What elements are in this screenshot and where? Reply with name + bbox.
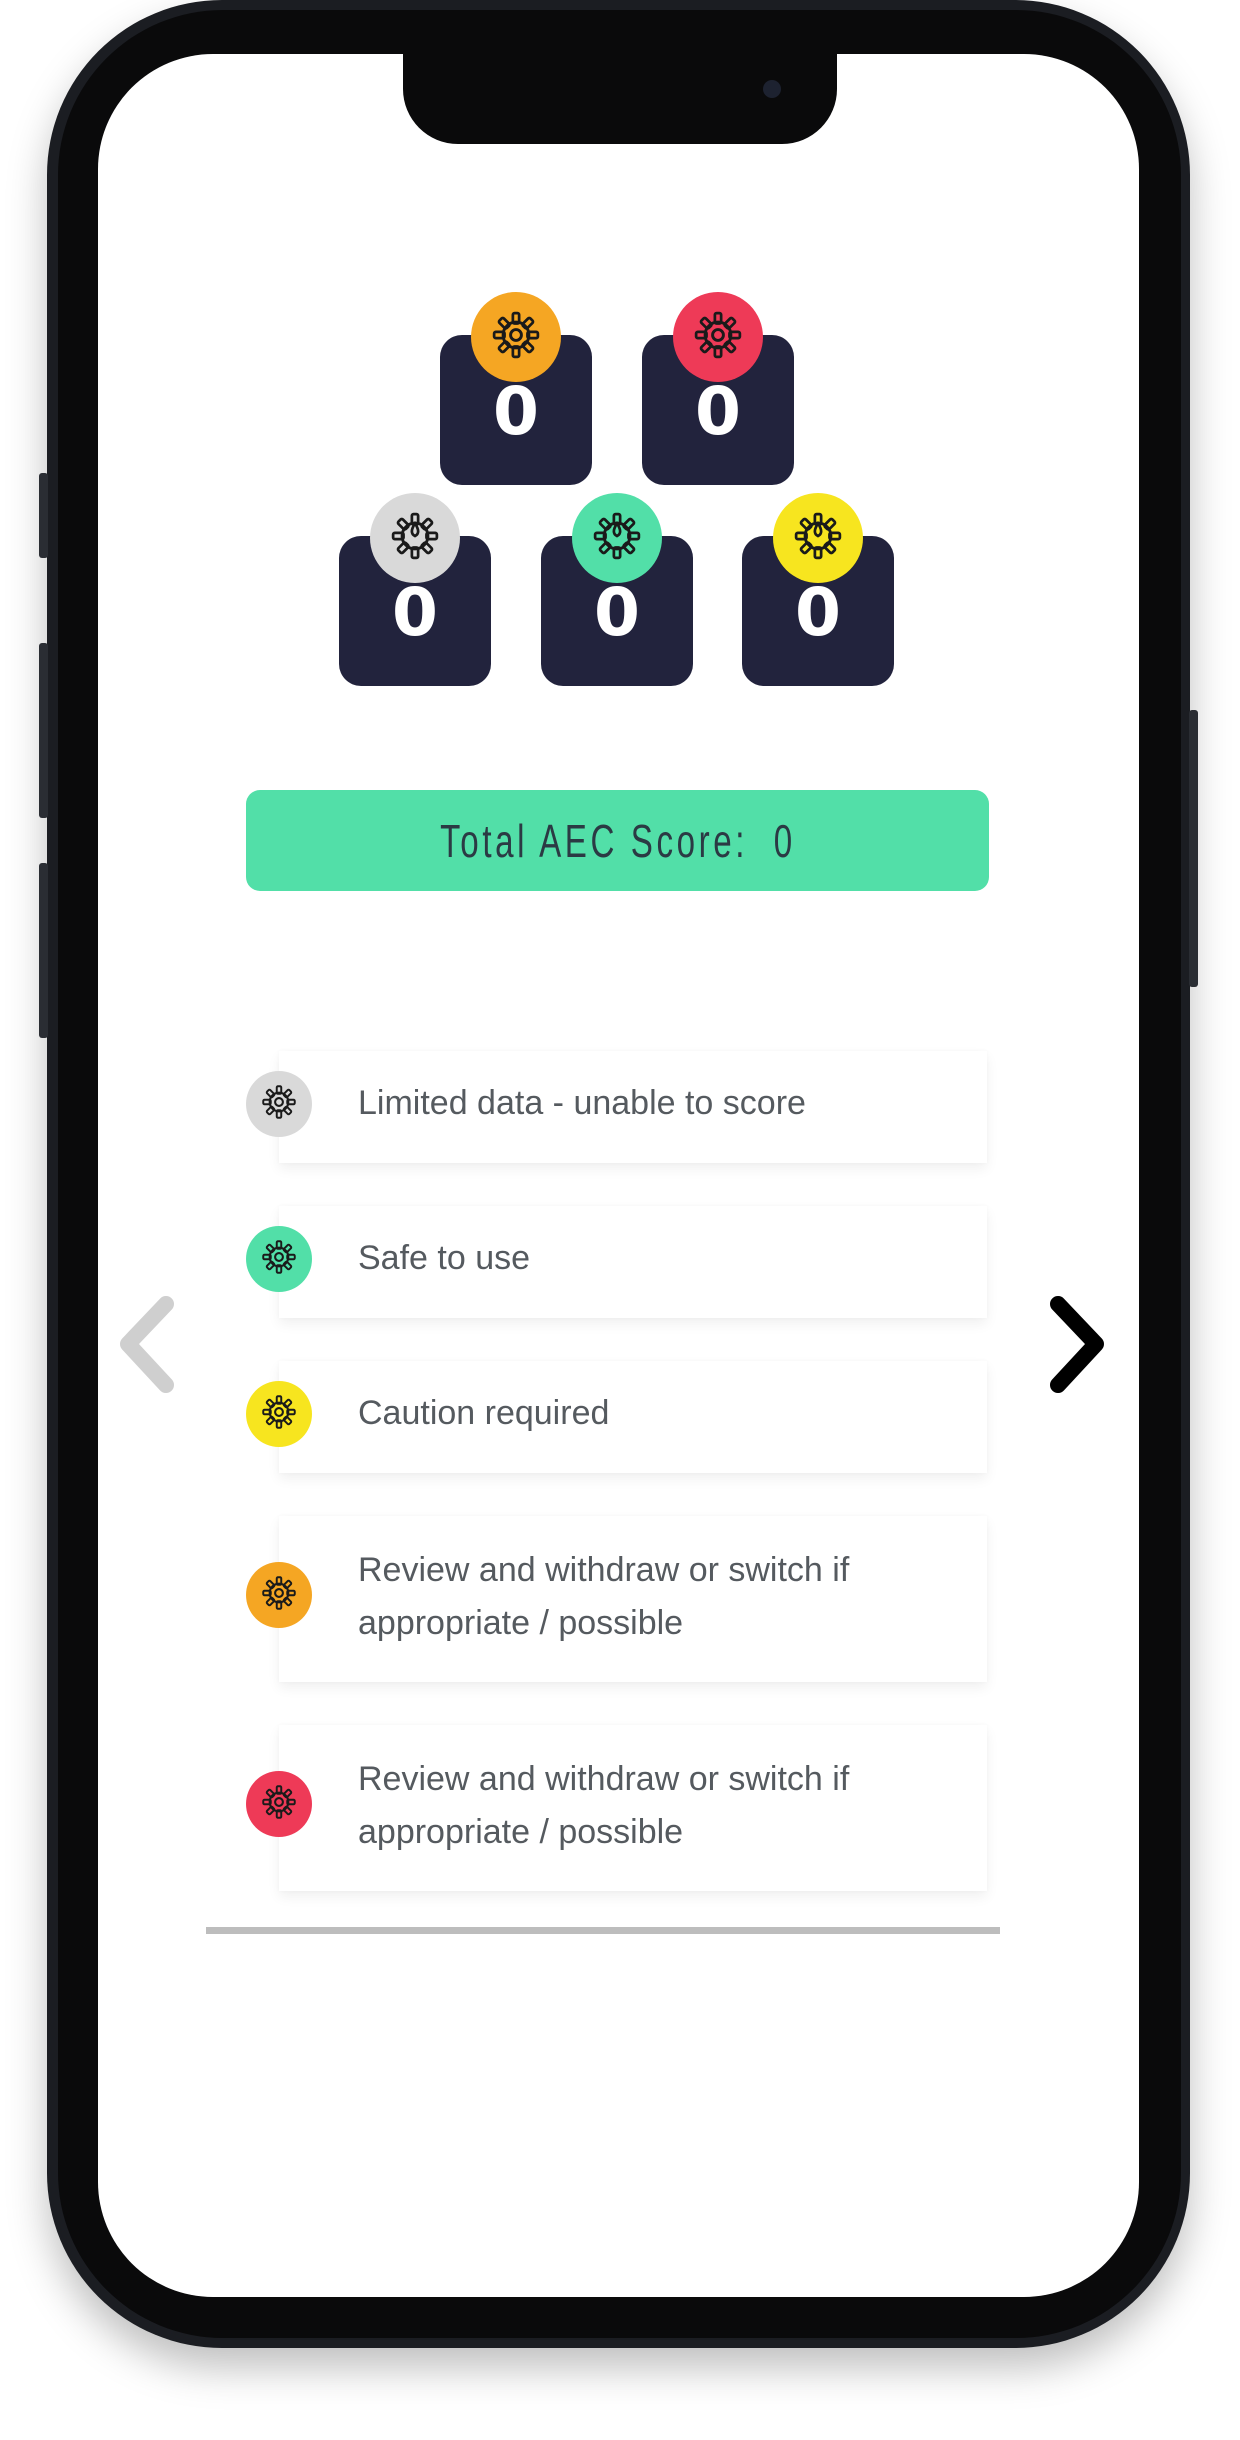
legend-item: Review and withdraw or switch if appropr…	[246, 1516, 987, 1682]
gear-icon	[693, 310, 743, 365]
score-value: 0	[695, 373, 741, 450]
gear-drop-icon	[592, 511, 642, 566]
power-button	[1189, 710, 1198, 987]
divider	[206, 1927, 1000, 1934]
score-value: 0	[493, 373, 539, 450]
volume-down-button	[39, 863, 48, 1038]
gear-icon	[261, 1084, 297, 1125]
gear-icon	[261, 1394, 297, 1435]
total-score-bar: Total AEC Score: 0	[246, 790, 989, 891]
chevron-left-icon[interactable]	[116, 1294, 178, 1395]
chevron-right-icon[interactable]	[1046, 1294, 1108, 1395]
score-badge	[370, 493, 460, 583]
score-badge	[773, 493, 863, 583]
gear-icon	[261, 1575, 297, 1616]
gear-drop-icon	[793, 511, 843, 566]
legend-item: Review and withdraw or switch if appropr…	[246, 1725, 987, 1891]
legend-item: Limited data - unable to score	[246, 1051, 987, 1163]
gear-icon	[491, 310, 541, 365]
legend-badge	[246, 1226, 312, 1292]
gear-icon	[261, 1239, 297, 1280]
volume-up-button	[39, 643, 48, 818]
legend-label: Caution required	[358, 1394, 610, 1432]
legend-badge	[246, 1562, 312, 1628]
front-camera	[763, 80, 781, 98]
legend-badge	[246, 1771, 312, 1837]
score-badge	[471, 292, 561, 382]
legend-label: Limited data - unable to score	[358, 1084, 806, 1122]
app-screen: 0 0 0 0 0 Total AEC Score: 0 Limited data - …	[98, 54, 1139, 2297]
legend-label: Review and withdraw or switch if appropr…	[358, 1760, 850, 1851]
legend-badge	[246, 1381, 312, 1447]
total-score-label: Total AEC Score: 0	[439, 814, 796, 867]
legend-badge	[246, 1071, 312, 1137]
score-value: 0	[795, 574, 841, 651]
score-value: 0	[392, 574, 438, 651]
mute-switch	[39, 473, 48, 558]
legend-label: Review and withdraw or switch if appropr…	[358, 1551, 850, 1642]
gear-icon	[261, 1784, 297, 1825]
score-value: 0	[594, 574, 640, 651]
score-badge	[673, 292, 763, 382]
notch	[403, 54, 837, 144]
gear-drop-icon	[390, 511, 440, 566]
score-badge	[572, 493, 662, 583]
legend-item: Caution required	[246, 1361, 987, 1473]
legend-label: Safe to use	[358, 1239, 531, 1277]
legend-item: Safe to use	[246, 1206, 987, 1318]
